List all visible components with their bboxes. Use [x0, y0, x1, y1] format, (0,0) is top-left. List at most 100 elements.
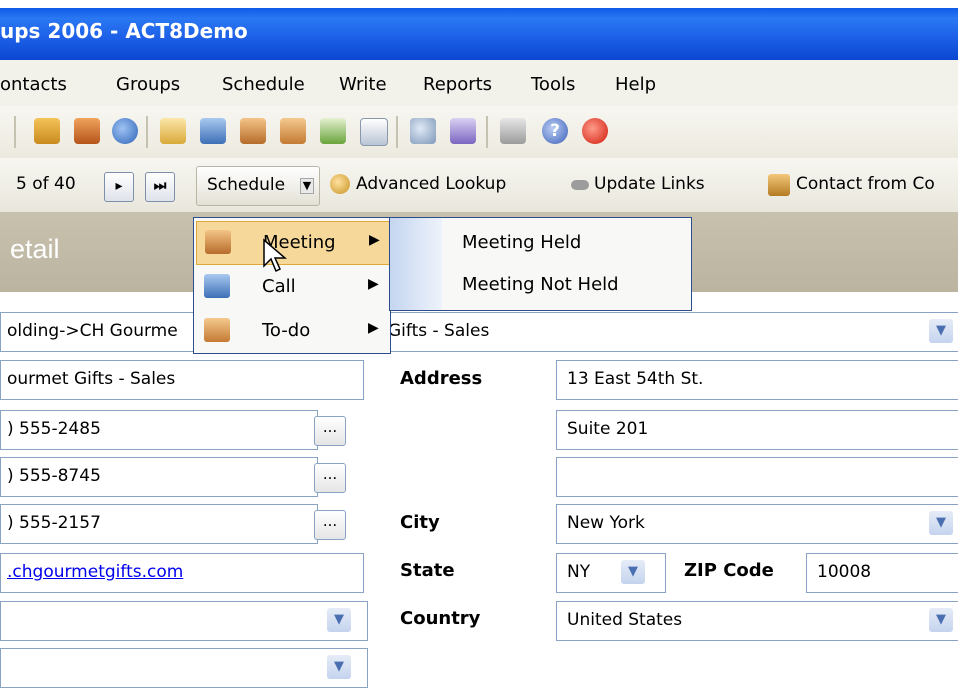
company-name-field[interactable]: ourmet Gifts - Sales	[0, 360, 364, 400]
city-field[interactable]: New York ▼	[556, 504, 958, 544]
tag-icon[interactable]	[450, 118, 476, 144]
fax-value: ) 555-8745	[7, 466, 101, 486]
meeting-icon[interactable]	[240, 118, 266, 144]
chevron-down-icon[interactable]: ▼	[327, 655, 351, 679]
submenu-arrow-icon: ▶	[369, 232, 380, 248]
submenu-arrow-icon: ▶	[368, 276, 379, 292]
todo-icon[interactable]	[280, 118, 306, 144]
note-icon[interactable]	[360, 118, 388, 146]
menu-groups[interactable]: Groups	[116, 74, 180, 95]
toolbar-separator	[486, 116, 488, 148]
country-label: Country	[400, 608, 481, 629]
toolbar-separator	[146, 116, 148, 148]
update-links-button[interactable]: Update Links	[594, 174, 705, 194]
menu-item-meeting-not-held[interactable]: Meeting Not Held	[462, 274, 619, 295]
menu-item-call[interactable]: Call ▶	[196, 266, 388, 308]
next-record-button[interactable]: ▸	[104, 172, 134, 202]
state-label: State	[400, 560, 455, 581]
detail-title: etail	[10, 234, 60, 264]
menu-write[interactable]: Write	[339, 74, 387, 95]
phone-icon	[204, 274, 230, 298]
menu-schedule[interactable]: Schedule	[222, 74, 305, 95]
last-record-button[interactable]: ⏭	[145, 172, 175, 202]
toolbar-separator	[14, 116, 16, 148]
report-icon[interactable]	[500, 118, 526, 144]
website-field[interactable]: .chgourmetgifts.com	[0, 553, 364, 593]
contacts-icon[interactable]	[74, 118, 100, 144]
fax-field[interactable]: ) 555-8745	[0, 457, 318, 497]
address-line-3[interactable]	[556, 457, 958, 497]
chevron-down-icon[interactable]: ▼	[929, 608, 953, 632]
menu-item-label: Call	[262, 276, 296, 297]
schedule-menu: Meeting ▶ Call ▶ To-do ▶	[193, 217, 391, 354]
menu-item-meeting-held[interactable]: Meeting Held	[462, 232, 581, 253]
chevron-down-icon[interactable]: ▼	[929, 319, 953, 343]
link-icon	[571, 180, 589, 190]
navigation-toolbar: 5 of 40 ▸ ⏭ Schedule ▼ Advanced Lookup U…	[0, 158, 958, 212]
address-line-2-value: Suite 201	[567, 419, 649, 439]
zip-field[interactable]: 10008	[806, 553, 958, 593]
menu-help[interactable]: Help	[615, 74, 656, 95]
chevron-down-icon[interactable]: ▼	[327, 608, 351, 632]
state-field[interactable]: NY ▼	[556, 553, 666, 593]
address-label: Address	[400, 368, 483, 389]
toolbar-separator	[396, 116, 398, 148]
lookup-icon[interactable]	[410, 118, 436, 144]
window-title: ups 2006 - ACT8Demo	[0, 19, 248, 43]
country-field[interactable]: United States ▼	[556, 601, 958, 641]
home-icon[interactable]	[34, 118, 60, 144]
company-path-tail: Gifts - Sales	[388, 321, 490, 341]
menu-item-todo[interactable]: To-do ▶	[196, 310, 388, 352]
address-line-2[interactable]: Suite 201	[556, 410, 958, 450]
meeting-submenu: Meeting Held Meeting Not Held	[389, 217, 692, 311]
city-value: New York	[567, 513, 645, 533]
menu-item-label: To-do	[262, 320, 311, 341]
dropdown-field-1[interactable]: ▼	[0, 601, 368, 641]
menu-bar: ontacts Groups Schedule Write Reports To…	[0, 60, 958, 106]
dropdown-field-2[interactable]: ▼	[0, 648, 368, 688]
submenu-arrow-icon: ▶	[368, 320, 379, 336]
menu-item-meeting[interactable]: Meeting ▶	[196, 221, 390, 265]
schedule-icon[interactable]	[160, 118, 186, 144]
menu-contacts[interactable]: ontacts	[0, 74, 67, 95]
mouse-cursor-icon	[263, 238, 288, 273]
phone-field[interactable]: ) 555-2485	[0, 410, 318, 450]
help-icon[interactable]: ?	[542, 118, 568, 144]
call-icon[interactable]	[200, 118, 226, 144]
advanced-lookup-button[interactable]: Advanced Lookup	[356, 174, 506, 194]
website-link[interactable]: .chgourmetgifts.com	[7, 562, 183, 582]
groups-icon[interactable]	[112, 118, 138, 144]
schedule-dropdown-button[interactable]: Schedule ▼	[196, 166, 320, 206]
contact-icon	[768, 174, 790, 196]
company-path-value: olding->CH Gourme	[7, 321, 178, 341]
fax-details-button[interactable]: ...	[314, 463, 346, 493]
mobile-field[interactable]: ) 555-2157	[0, 504, 318, 544]
title-bar: ups 2006 - ACT8Demo	[0, 0, 958, 60]
submenu-icon-strip	[390, 218, 442, 310]
address-line-1-value: 13 East 54th St.	[567, 369, 704, 389]
address-line-1[interactable]: 13 East 54th St.	[556, 360, 958, 400]
meeting-icon	[205, 230, 231, 254]
schedule-button-label: Schedule	[207, 175, 286, 195]
icon-toolbar: ?	[0, 106, 958, 158]
record-position: 5 of 40	[16, 174, 76, 194]
company-path-field[interactable]: olding->CH Gourme Gifts - Sales ▼	[0, 312, 958, 352]
company-name-value: ourmet Gifts - Sales	[7, 369, 176, 389]
menu-tools[interactable]: Tools	[531, 74, 575, 95]
zip-label: ZIP Code	[684, 560, 774, 581]
country-value: United States	[567, 610, 683, 630]
phone-value: ) 555-2485	[7, 419, 101, 439]
chevron-down-icon[interactable]: ▼	[929, 511, 953, 535]
mobile-value: ) 555-2157	[7, 513, 101, 533]
zip-value: 10008	[817, 562, 872, 582]
chart-icon[interactable]	[320, 118, 346, 144]
phone-details-button[interactable]: ...	[314, 416, 346, 446]
chevron-down-icon: ▼	[300, 178, 314, 194]
menu-reports[interactable]: Reports	[423, 74, 492, 95]
lookup-icon	[330, 174, 350, 194]
contact-from-company-button[interactable]: Contact from Co	[796, 174, 935, 194]
mobile-details-button[interactable]: ...	[314, 510, 346, 540]
state-value: NY	[567, 562, 591, 582]
clock-icon[interactable]	[582, 118, 608, 144]
chevron-down-icon[interactable]: ▼	[621, 560, 645, 584]
